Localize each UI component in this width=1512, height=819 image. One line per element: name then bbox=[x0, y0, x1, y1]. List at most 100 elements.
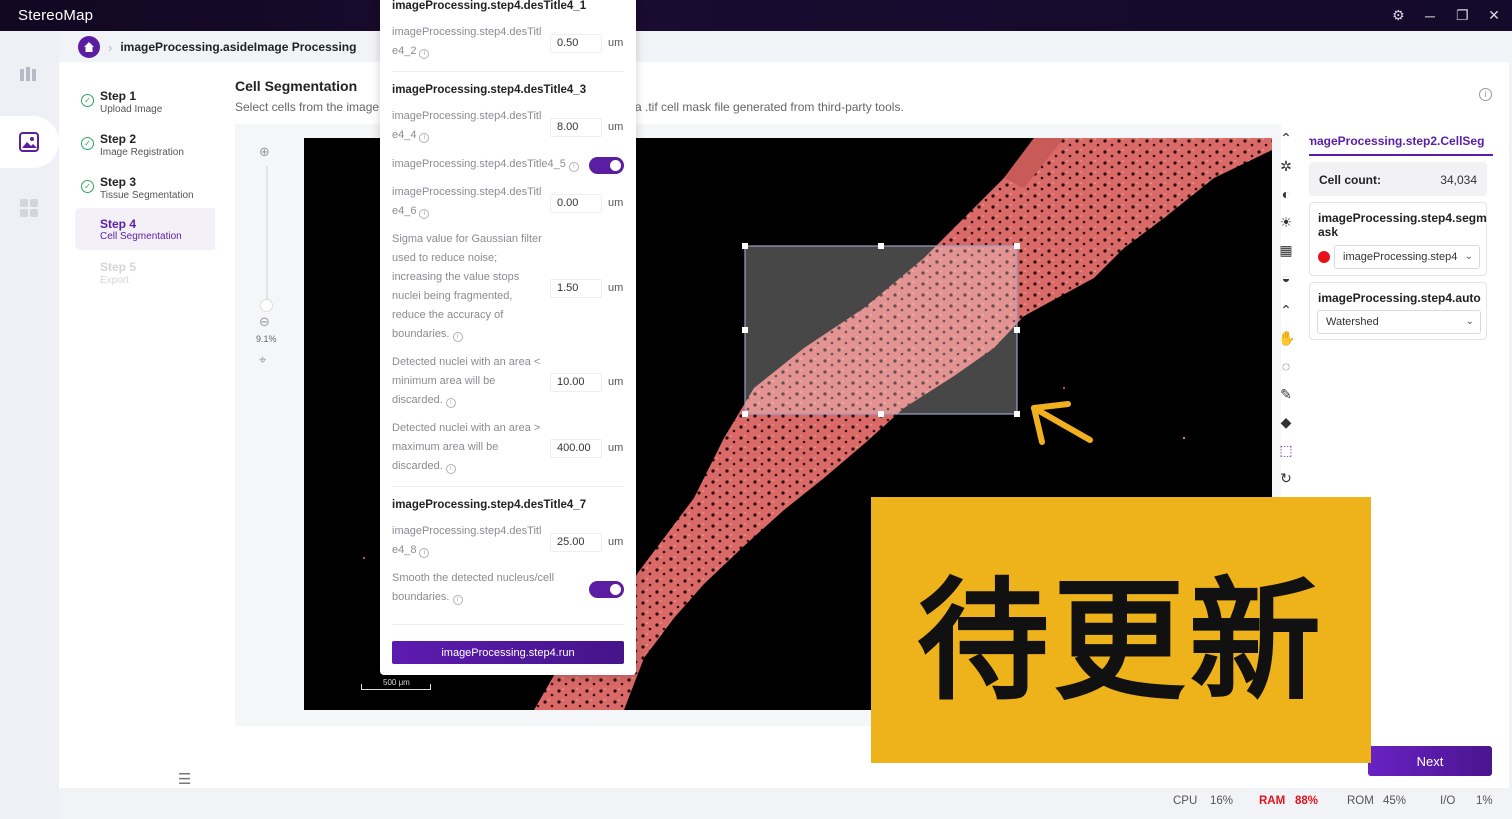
step-title: Step 3 bbox=[100, 175, 137, 189]
check-icon: ✓ bbox=[81, 137, 94, 150]
help-icon: i bbox=[445, 398, 456, 408]
toggle-switch[interactable] bbox=[589, 157, 624, 174]
run-button[interactable]: imageProcessing.step4.run bbox=[392, 641, 624, 664]
step-2[interactable]: ✓ Step 2 Image Registration bbox=[75, 127, 215, 165]
settings-icon[interactable]: ⚙ bbox=[1392, 7, 1405, 24]
eraser-icon[interactable]: ◆ bbox=[1278, 414, 1294, 430]
help-icon: i bbox=[419, 548, 430, 558]
help-icon: i bbox=[452, 595, 463, 605]
zoom-out-icon[interactable]: ⊖ bbox=[259, 314, 270, 330]
param-label: imageProcessing.step4.desTitl e4_2 i bbox=[392, 26, 542, 59]
brush-icon[interactable]: ✎ bbox=[1278, 386, 1294, 402]
step-subtitle: Tissue Segmentation bbox=[100, 190, 194, 201]
cpu-label: CPU bbox=[1173, 795, 1198, 807]
zoom-slider-handle[interactable] bbox=[260, 299, 273, 312]
io-label: I/O bbox=[1440, 795, 1456, 807]
sigma-input[interactable]: 1.50 bbox=[550, 279, 602, 298]
param-unit: um bbox=[608, 536, 624, 548]
auto-title: imageProcessing.step4.auto bbox=[1318, 291, 1481, 305]
home-icon[interactable] bbox=[78, 36, 100, 58]
contrast-icon[interactable]: ◐ bbox=[1278, 186, 1294, 202]
locate-icon[interactable]: ⌖ bbox=[259, 352, 266, 368]
sigma-label: Sigma value for Gaussian filter used to r… bbox=[392, 233, 542, 342]
rom-value: 45% bbox=[1383, 795, 1407, 807]
zoom-slider-track[interactable] bbox=[266, 166, 268, 306]
collapse-menu-icon[interactable]: ☰ bbox=[178, 770, 191, 788]
grid-icon[interactable]: ▦ bbox=[1278, 242, 1294, 258]
divider bbox=[392, 486, 624, 487]
step-title: Step 4 bbox=[100, 217, 137, 231]
step-subtitle: Export bbox=[100, 275, 129, 286]
mask-title: imageProcessing.step4.segm ask bbox=[1318, 211, 1487, 239]
step-3[interactable]: ✓ Step 3 Tissue Segmentation bbox=[75, 170, 215, 208]
divider bbox=[392, 71, 624, 72]
drop-icon[interactable]: ◒ bbox=[1278, 270, 1294, 286]
param-input[interactable]: 0.50 bbox=[550, 34, 602, 53]
window-controls: ⚙ ─ ❐ ✕ bbox=[1392, 0, 1500, 31]
chevron-down-icon: ⌄ bbox=[1464, 251, 1473, 262]
collapse-up-icon[interactable]: ⌃ bbox=[1278, 130, 1294, 146]
step-subtitle: Image Registration bbox=[100, 147, 184, 158]
help-icon: i bbox=[445, 464, 456, 474]
select-box-icon[interactable]: ⬚ bbox=[1278, 442, 1294, 458]
param-label: imageProcessing.step4.desTitl e4_6 i bbox=[392, 186, 542, 219]
param-input[interactable]: 25.00 bbox=[550, 533, 602, 552]
min-area-input[interactable]: 10.00 bbox=[550, 373, 602, 392]
zoom-in-icon[interactable]: ⊕ bbox=[259, 144, 270, 160]
hand-icon[interactable]: ✋ bbox=[1278, 330, 1295, 346]
brightness-icon[interactable]: ☀ bbox=[1278, 214, 1294, 230]
tab-cellseg[interactable]: imageProcessing.step2.CellSeg bbox=[1309, 130, 1493, 156]
breadcrumb-separator: › bbox=[108, 39, 113, 55]
max-area-input[interactable]: 400.00 bbox=[550, 439, 602, 458]
scale-bar-label: 500 μm bbox=[383, 678, 410, 687]
parameter-popup: imageProcessing.step4.desTitle4_1 imageP… bbox=[380, 0, 636, 675]
annotation-arrow bbox=[1031, 401, 1093, 445]
param-unit: um bbox=[608, 37, 624, 49]
max-area-label: Detected nuclei with an area > maximum ar… bbox=[392, 422, 541, 474]
close-icon[interactable]: ✕ bbox=[1488, 7, 1500, 24]
step-subtitle: Upload Image bbox=[100, 104, 163, 115]
param-unit: um bbox=[608, 282, 624, 294]
cell-count-value: 34,034 bbox=[1440, 173, 1477, 187]
breadcrumb-current: imageProcessing.asideImage Processing bbox=[120, 40, 357, 54]
divider bbox=[392, 624, 624, 625]
step-4[interactable]: Step 4 Cell Segmentation bbox=[75, 208, 215, 250]
collapse-up-2-icon[interactable]: ⌃ bbox=[1278, 302, 1294, 318]
smooth-toggle[interactable] bbox=[589, 581, 624, 598]
section-title: Cell Segmentation bbox=[235, 78, 358, 94]
mask-select[interactable]: imageProcessing.step4 ⌄ bbox=[1334, 245, 1480, 269]
step-5: Step 5 Export bbox=[75, 255, 215, 293]
param-unit: um bbox=[608, 121, 624, 133]
param-group-title: imageProcessing.step4.desTitle4_1 bbox=[392, 0, 587, 12]
param-label: imageProcessing.step4.desTitl e4_4 i bbox=[392, 110, 542, 143]
ram-label: RAM bbox=[1259, 795, 1286, 807]
chevron-down-icon: ⌄ bbox=[1465, 316, 1474, 327]
rom-label: ROM bbox=[1347, 795, 1374, 807]
param-group-title: imageProcessing.step4.desTitle4_3 bbox=[392, 84, 587, 96]
minimize-icon[interactable]: ─ bbox=[1424, 8, 1436, 24]
tool-column: ⌃ ✲ ◐ ☀ ▦ ◒ ⌃ ✋ ◌ ✎ ◆ ⬚ ↻ bbox=[1270, 124, 1300, 504]
title-bar: StereoMap ⚙ ─ ❐ ✕ bbox=[0, 0, 1512, 31]
param-input[interactable]: 0.00 bbox=[550, 194, 602, 213]
update-banner: 待更新 bbox=[871, 497, 1371, 763]
lasso-icon[interactable]: ◌ bbox=[1278, 358, 1294, 374]
smooth-label: Smooth the detected nucleus/cell boundari… bbox=[392, 572, 555, 605]
selection-rectangle bbox=[744, 245, 1018, 415]
method-select[interactable]: Watershed ⌄ bbox=[1317, 310, 1481, 334]
io-value: 1% bbox=[1476, 795, 1493, 807]
map-icon[interactable] bbox=[18, 64, 40, 86]
param-unit: um bbox=[608, 442, 624, 454]
image-processing-icon[interactable] bbox=[18, 131, 40, 153]
param-input[interactable]: 8.00 bbox=[550, 118, 602, 137]
step-1[interactable]: ✓ Step 1 Upload Image bbox=[75, 84, 215, 122]
zoom-level: 9.1% bbox=[256, 334, 277, 344]
info-icon[interactable]: i bbox=[1479, 88, 1492, 101]
banner-text: 待更新 bbox=[917, 564, 1325, 719]
rotate-icon[interactable]: ↻ bbox=[1278, 470, 1294, 486]
next-button[interactable]: Next bbox=[1368, 746, 1492, 776]
mask-color-swatch[interactable] bbox=[1318, 251, 1330, 263]
auto-card: imageProcessing.step4.auto Watershed ⌄ bbox=[1309, 282, 1487, 340]
gear-adjust-icon[interactable]: ✲ bbox=[1278, 158, 1294, 174]
restore-icon[interactable]: ❐ bbox=[1456, 7, 1469, 24]
apps-icon[interactable] bbox=[18, 197, 40, 219]
